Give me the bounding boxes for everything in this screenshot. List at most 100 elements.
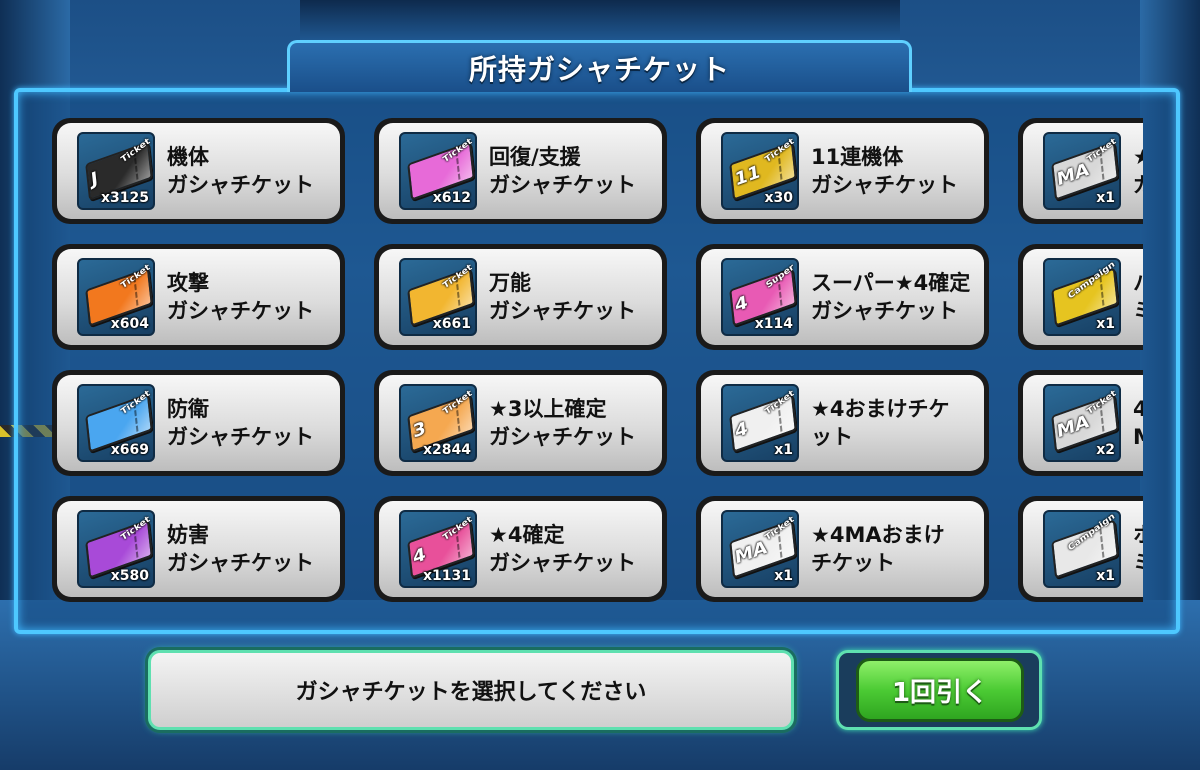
ticket-card-body: Ticket x604 攻撃ガシャチケット <box>57 249 340 345</box>
ticket-count: x2844 <box>423 442 471 458</box>
ticket-mark: 4 <box>734 291 749 317</box>
ticket-name-line2: ガ <box>1133 171 1143 199</box>
draw-once-button[interactable]: 1回引く <box>856 658 1024 722</box>
ticket-name-line2: ット <box>811 425 853 449</box>
draw-once-label: 1回引く <box>891 677 989 708</box>
ticket-word: Campaign <box>1067 511 1118 554</box>
ticket-icon: J Ticket x3125 <box>77 132 155 210</box>
ticket-name-line1: ホ <box>1133 521 1143 549</box>
ticket-name-line1: 攻撃 <box>167 271 209 295</box>
ticket-mark: MA <box>1056 158 1090 191</box>
ticket-name-line2: ガシャチケット <box>811 173 958 197</box>
ticket-word: Ticket <box>442 136 475 165</box>
ticket-name-line2: ガシャチケット <box>489 173 636 197</box>
ticket-name-line1: 4 <box>1133 397 1143 421</box>
ticket-word: Ticket <box>442 514 475 543</box>
ticket-card[interactable]: Campaign x1 ホミ <box>1018 496 1143 602</box>
ticket-word: Ticket <box>120 388 153 417</box>
ticket-card[interactable]: Ticket x661 万能 ガシャチケット <box>374 244 667 350</box>
ticket-name-line2: ガシャチケット <box>489 425 636 449</box>
ticket-count: x1 <box>1096 316 1115 332</box>
ticket-count: x669 <box>110 442 149 458</box>
ticket-count: x114 <box>754 316 793 332</box>
ticket-icon: Ticket x669 <box>77 384 155 462</box>
ticket-name-line1: ★4MAおまけ <box>811 523 945 547</box>
ticket-card[interactable]: 4 Super x114 スーパー★4確定 ガシャチケット <box>696 244 989 350</box>
ticket-name-line1: スーパー★4確定 <box>811 271 971 295</box>
ticket-word: Ticket <box>764 514 797 543</box>
ticket-name: ★4確定 ガシャチケット <box>489 521 669 577</box>
ticket-icon: Ticket x580 <box>77 510 155 588</box>
ticket-mark: MA <box>734 536 768 569</box>
ticket-name: 回復/支援ガシャチケット <box>489 143 669 199</box>
ticket-icon: MA Ticket x1 <box>721 510 799 588</box>
ticket-count: x1 <box>774 568 793 584</box>
ticket-mark: 3 <box>412 417 427 443</box>
ticket-card[interactable]: 3 Ticket x2844 ★3以上確定ガシャチケット <box>374 370 667 476</box>
ticket-name-line1: ★4確定 <box>489 523 565 547</box>
ticket-mark: 4 <box>734 417 749 443</box>
ticket-word: Ticket <box>120 514 153 543</box>
ticket-card[interactable]: MA Ticket x1 ★4MAおまけ チケット <box>696 496 989 602</box>
ticket-card[interactable]: MATicket x1 ★ガ <box>1018 118 1143 224</box>
ticket-name: 11連機体ガシャチケット <box>811 143 991 199</box>
ticket-name: ★3以上確定ガシャチケット <box>489 395 669 451</box>
ticket-count: x1 <box>1096 190 1115 206</box>
ticket-card-body: MA Ticket x1 ★4MAおまけ チケット <box>701 501 984 597</box>
instruction-box: ガシャチケットを選択してください <box>148 650 794 730</box>
ticket-icon: 3 Ticket x2844 <box>399 384 477 462</box>
ticket-name-line2: ガシャチケット <box>167 173 314 197</box>
ticket-icon: Ticket x604 <box>77 258 155 336</box>
ticket-card-body: 4 Ticket x1 ★4おまけチケ ット <box>701 375 984 471</box>
ticket-card-body: Ticket x580 妨害 ガシャチケット <box>57 501 340 597</box>
ticket-name: スーパー★4確定 ガシャチケット <box>811 269 991 325</box>
ticket-card[interactable]: Campaign x1 ハミ <box>1018 244 1143 350</box>
ticket-name-line2: ガシャチケット <box>167 299 314 323</box>
ticket-name: 攻撃 ガシャチケット <box>167 269 347 325</box>
ticket-card[interactable]: MATicket x2 4M <box>1018 370 1143 476</box>
ticket-icon: 4 Super x114 <box>721 258 799 336</box>
ticket-name-line2: ガシャチケット <box>489 299 636 323</box>
ticket-count: x1131 <box>423 568 471 584</box>
ticket-name-line1: 機体 <box>167 145 209 169</box>
ticket-card[interactable]: 4 Ticket x1131 ★4確定 ガシャチケット <box>374 496 667 602</box>
ticket-name-line1: ★3以上確定 <box>489 397 607 421</box>
ticket-grid[interactable]: J Ticket x3125 機体 ガシャチケット Ticket x612 回復/支援 ガシャチ… <box>52 118 1143 612</box>
ticket-card[interactable]: 4 Ticket x1 ★4おまけチケ ット <box>696 370 989 476</box>
ticket-word: Ticket <box>120 262 153 291</box>
ticket-word: Campaign <box>1067 259 1118 302</box>
ticket-mark: 4 <box>412 543 427 569</box>
ticket-name-line2: M <box>1133 423 1143 451</box>
ticket-word: Ticket <box>1086 388 1119 417</box>
ticket-name-line1: 万能 <box>489 271 531 295</box>
ticket-card-body: MATicket x1 ★ガ <box>1023 123 1143 219</box>
ticket-name: 万能 ガシャチケット <box>489 269 669 325</box>
ticket-card[interactable]: J Ticket x3125 機体 ガシャチケット <box>52 118 345 224</box>
ticket-icon: 4 Ticket x1131 <box>399 510 477 588</box>
ticket-count: x3125 <box>101 190 149 206</box>
ticket-count: x612 <box>432 190 471 206</box>
ticket-word: Ticket <box>1086 136 1119 165</box>
ticket-card-body: Campaign x1 ハミ <box>1023 249 1143 345</box>
background-beam <box>300 0 900 40</box>
ticket-name: ホミ <box>1133 521 1143 577</box>
ticket-card-body: 4 Super x114 スーパー★4確定 ガシャチケット <box>701 249 984 345</box>
ticket-card[interactable]: Ticket x604 攻撃 ガシャチケット <box>52 244 345 350</box>
ticket-word: Ticket <box>442 388 475 417</box>
ticket-name-line1: ★ <box>1133 145 1143 169</box>
ticket-card[interactable]: Ticket x612 回復/支援ガシャチケット <box>374 118 667 224</box>
ticket-card-body: 11 Ticket x30 11連機体ガシャチケット <box>701 123 984 219</box>
ticket-name-line2: ガシャチケット <box>167 425 314 449</box>
ticket-name-line1: 11連機体 <box>811 145 904 169</box>
ticket-name-line1: 回復/支援 <box>489 145 581 169</box>
ticket-icon: 4 Ticket x1 <box>721 384 799 462</box>
ticket-icon: 11 Ticket x30 <box>721 132 799 210</box>
ticket-card[interactable]: 11 Ticket x30 11連機体 ガシャチケット <box>696 118 989 224</box>
ticket-count: x580 <box>110 568 149 584</box>
ticket-name: 防衛 ガシャチケット <box>167 395 347 451</box>
ticket-card[interactable]: Ticket x669 防衛 ガシャチケット <box>52 370 345 476</box>
title-tab: 所持ガシャチケット <box>287 40 912 92</box>
ticket-word: Ticket <box>120 136 153 165</box>
ticket-card[interactable]: Ticket x580 妨害 ガシャチケット <box>52 496 345 602</box>
ticket-name: 妨害 ガシャチケット <box>167 521 347 577</box>
